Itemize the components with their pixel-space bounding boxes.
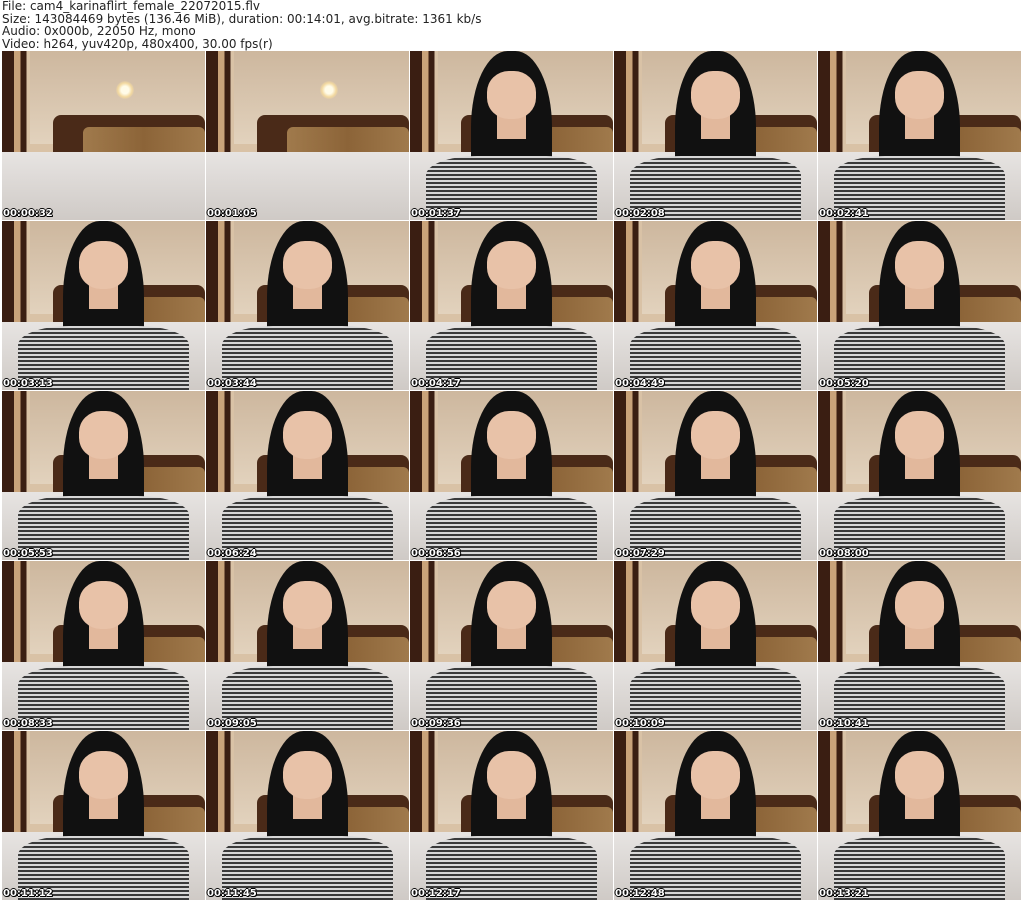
video-thumbnail: 00:11:12 — [2, 731, 205, 900]
thumbnail-timestamp: 00:03:13 — [3, 378, 53, 389]
video-info: Video: h264, yuv420p, 480x400, 30.00 fps… — [2, 36, 273, 51]
video-thumbnail: 00:06:24 — [206, 391, 409, 560]
thumbnail-timestamp: 00:09:36 — [411, 718, 461, 729]
video-thumbnail: 00:01:05 — [206, 51, 409, 220]
video-thumbnail: 00:09:36 — [410, 561, 613, 730]
video-thumbnail: 00:10:09 — [614, 561, 817, 730]
video-thumbnail: 00:13:21 — [818, 731, 1021, 900]
video-thumbnail: 00:03:13 — [2, 221, 205, 390]
video-thumbnail: 00:06:56 — [410, 391, 613, 560]
file-info-header: File: cam4_karinaflirt_female_22072015.f… — [2, 0, 481, 50]
video-thumbnail: 00:08:33 — [2, 561, 205, 730]
thumbnail-timestamp: 00:06:56 — [411, 548, 461, 559]
video-thumbnail: 00:10:41 — [818, 561, 1021, 730]
thumbnail-timestamp: 00:11:45 — [207, 888, 257, 899]
thumbnail-timestamp: 00:07:29 — [615, 548, 665, 559]
thumbnail-timestamp: 00:12:17 — [411, 888, 461, 899]
video-thumbnail: 00:09:05 — [206, 561, 409, 730]
video-thumbnail: 00:00:32 — [2, 51, 205, 220]
thumbnail-timestamp: 00:12:48 — [615, 888, 665, 899]
video-thumbnail: 00:12:17 — [410, 731, 613, 900]
video-thumbnail: 00:07:29 — [614, 391, 817, 560]
video-thumbnail: 00:08:00 — [818, 391, 1021, 560]
video-thumbnail: 00:12:48 — [614, 731, 817, 900]
video-thumbnail: 00:04:49 — [614, 221, 817, 390]
lamp-light — [319, 81, 338, 100]
video-thumbnail: 00:11:45 — [206, 731, 409, 900]
thumbnail-timestamp: 00:01:05 — [207, 208, 257, 219]
thumbnail-timestamp: 00:10:09 — [615, 718, 665, 729]
thumbnail-timestamp: 00:01:37 — [411, 208, 461, 219]
thumbnail-timestamp: 00:04:49 — [615, 378, 665, 389]
video-thumbnail: 00:03:44 — [206, 221, 409, 390]
thumbnail-timestamp: 00:05:53 — [3, 548, 53, 559]
video-thumbnail: 00:04:17 — [410, 221, 613, 390]
thumbnail-timestamp: 00:02:08 — [615, 208, 665, 219]
video-thumbnail: 00:05:53 — [2, 391, 205, 560]
audio-info: Audio: 0x000b, 22050 Hz, mono — [2, 24, 196, 38]
thumbnail-timestamp: 00:02:41 — [819, 208, 869, 219]
thumbnail-timestamp: 00:10:41 — [819, 718, 869, 729]
thumbnail-timestamp: 00:13:21 — [819, 888, 869, 899]
thumbnail-timestamp: 00:00:32 — [3, 208, 53, 219]
thumbnail-timestamp: 00:03:44 — [207, 378, 257, 389]
video-thumbnail: 00:02:08 — [614, 51, 817, 220]
video-thumbnail: 00:01:37 — [410, 51, 613, 220]
thumbnail-timestamp: 00:09:05 — [207, 718, 257, 729]
thumbnail-timestamp: 00:08:33 — [3, 718, 53, 729]
file-name: File: cam4_karinaflirt_female_22072015.f… — [2, 0, 260, 13]
thumbnail-grid: 00:00:32 00:01:05 00:01:37 00:02:08 00:02:41… — [2, 51, 1021, 900]
video-thumbnail: 00:05:20 — [818, 221, 1021, 390]
thumbnail-timestamp: 00:11:12 — [3, 888, 53, 899]
thumbnail-timestamp: 00:06:24 — [207, 548, 257, 559]
video-thumbnail: 00:02:41 — [818, 51, 1021, 220]
thumbnail-timestamp: 00:08:00 — [819, 548, 869, 559]
thumbnail-timestamp: 00:05:20 — [819, 378, 869, 389]
thumbnail-timestamp: 00:04:17 — [411, 378, 461, 389]
lamp-light — [115, 81, 134, 100]
